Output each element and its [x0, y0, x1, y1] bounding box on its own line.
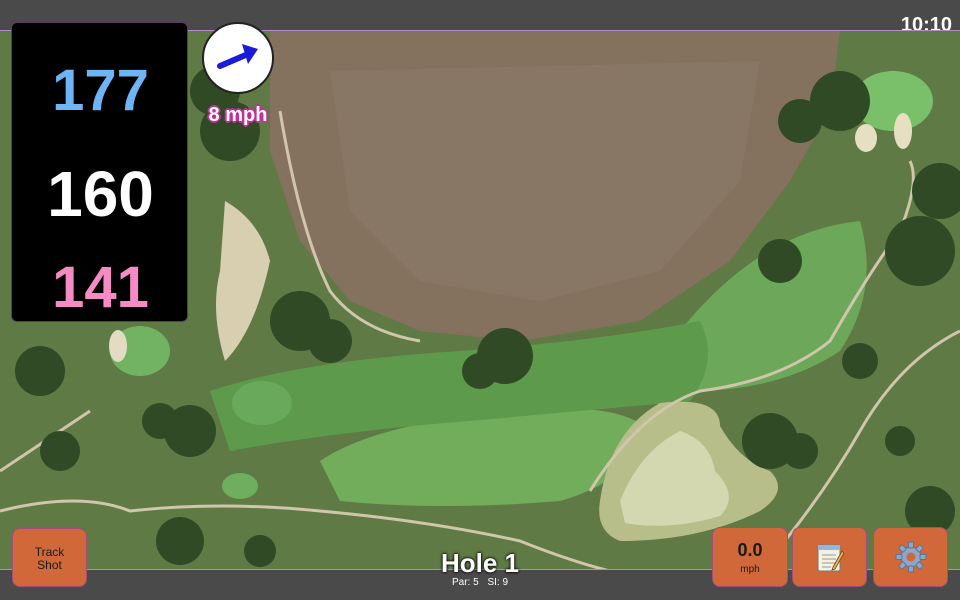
arrow-icon	[217, 44, 258, 69]
hole-par: Par: 5	[451, 577, 479, 588]
notepad-icon	[817, 544, 844, 572]
back-distance: 177	[52, 58, 149, 123]
notes-button[interactable]	[792, 527, 867, 587]
speed-button[interactable]: 0.0 mph	[712, 527, 788, 587]
distance-panel: 177 160 141	[11, 22, 188, 322]
hole-title: Hole 1	[440, 548, 520, 578]
wind-indicator	[202, 22, 274, 94]
track-shot-button[interactable]: Track Shot	[12, 528, 87, 587]
gear-icon	[895, 541, 926, 573]
hole-info: Par: 5 SI: 9	[400, 577, 560, 589]
speed-unit: mph	[740, 564, 760, 575]
speed-value: 0.0	[737, 540, 763, 560]
track-shot-label-line2: Shot	[37, 558, 62, 572]
settings-button[interactable]	[873, 527, 948, 587]
hole-stroke-index: SI: 9	[487, 577, 509, 588]
center-distance: 160	[47, 158, 154, 230]
front-distance: 141	[52, 255, 149, 320]
wind-speed: 8 mph	[208, 104, 268, 126]
